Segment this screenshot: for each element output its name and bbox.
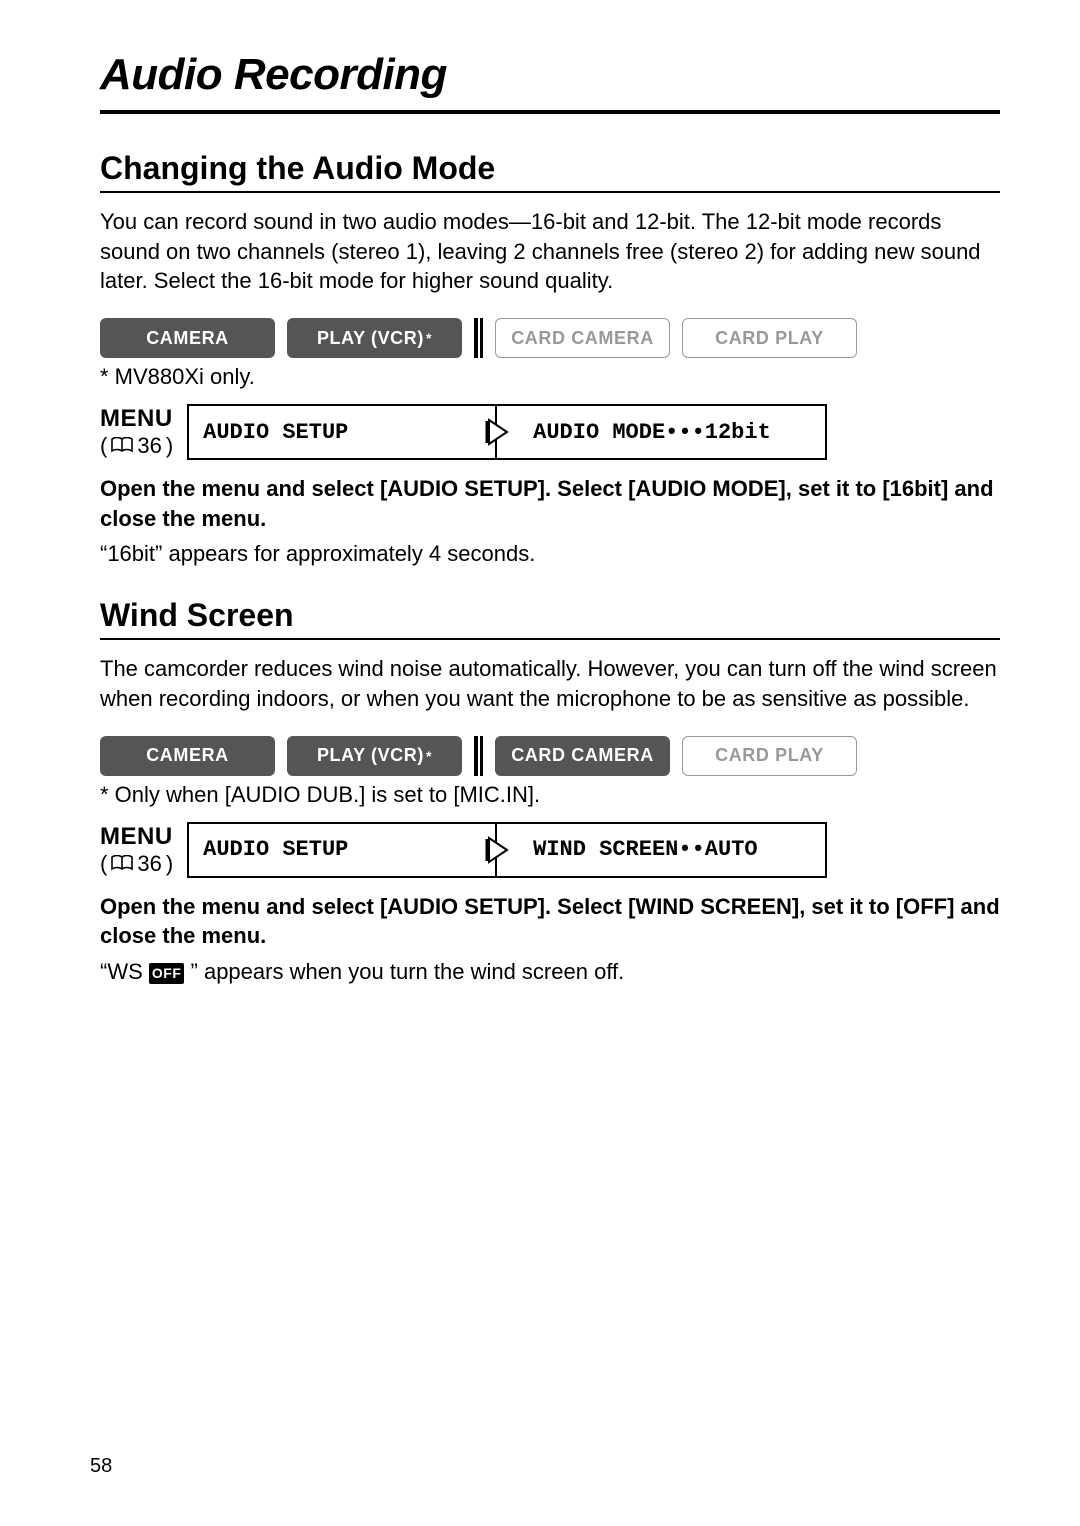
mode-pill-card-camera: CARD CAMERA	[495, 318, 670, 358]
mode-pill-label: CARD PLAY	[715, 745, 824, 766]
audio-mode-instruction: Open the menu and select [AUDIO SETUP]. …	[100, 474, 1000, 533]
menu-box-wind-screen-value: WIND SCREEN••AUTO	[497, 822, 827, 878]
menu-row-audio-mode: MENU ( 36) AUDIO SETUP AUDI	[100, 404, 1000, 460]
triangle-right-icon	[483, 418, 511, 451]
menu-label: MENU ( 36)	[100, 822, 187, 878]
mode-pill-camera: CAMERA	[100, 736, 275, 776]
page-title: Audio Recording	[100, 50, 1000, 114]
menu-box-audio-setup: AUDIO SETUP	[187, 822, 497, 878]
asterisk-icon: *	[426, 330, 432, 346]
wind-screen-instruction: Open the menu and select [AUDIO SETUP]. …	[100, 892, 1000, 951]
wind-screen-note-prefix: “WS	[100, 959, 143, 984]
mode-pill-camera: CAMERA	[100, 318, 275, 358]
mode-pill-label: CARD CAMERA	[511, 328, 654, 349]
section-heading-audio-mode: Changing the Audio Mode	[100, 150, 1000, 193]
menu-box-audio-setup: AUDIO SETUP	[187, 404, 497, 460]
vertical-separator	[474, 736, 483, 776]
wind-screen-footnote: * Only when [AUDIO DUB.] is set to [MIC.…	[100, 782, 1000, 808]
mode-pill-card-play: CARD PLAY	[682, 736, 857, 776]
mode-pill-play-vcr: PLAY (VCR) *	[287, 736, 462, 776]
mode-pill-label: CARD CAMERA	[511, 745, 654, 766]
off-badge: OFF	[149, 963, 185, 984]
triangle-right-icon	[483, 836, 511, 869]
mode-pill-label: CARD PLAY	[715, 328, 824, 349]
mode-pill-card-play: CARD PLAY	[682, 318, 857, 358]
mode-pill-play-vcr: PLAY (VCR) *	[287, 318, 462, 358]
menu-reference: ( 36)	[100, 433, 173, 459]
vertical-separator	[474, 318, 483, 358]
book-icon	[111, 433, 133, 459]
menu-ref-page: 36	[137, 851, 161, 877]
menu-label: MENU ( 36)	[100, 404, 187, 460]
menu-word: MENU	[100, 823, 173, 851]
wind-screen-note: “WS OFF ” appears when you turn the wind…	[100, 957, 1000, 987]
mode-pill-label: CAMERA	[146, 745, 229, 766]
mode-pill-label: PLAY (VCR)	[317, 328, 424, 349]
mode-row-audio-mode: CAMERA PLAY (VCR) * CARD CAMERA CARD PLA…	[100, 318, 1000, 358]
wind-screen-note-suffix: ” appears when you turn the wind screen …	[191, 959, 625, 984]
page-number: 58	[90, 1455, 112, 1478]
section-heading-wind-screen: Wind Screen	[100, 597, 1000, 640]
asterisk-icon: *	[426, 748, 432, 764]
mode-pill-card-camera: CARD CAMERA	[495, 736, 670, 776]
book-icon	[111, 851, 133, 877]
audio-mode-note: “16bit” appears for approximately 4 seco…	[100, 539, 1000, 569]
mode-pill-label: PLAY (VCR)	[317, 745, 424, 766]
menu-ref-page: 36	[137, 433, 161, 459]
mode-pill-label: CAMERA	[146, 328, 229, 349]
audio-mode-intro: You can record sound in two audio modes—…	[100, 207, 1000, 296]
menu-reference: ( 36)	[100, 851, 173, 877]
menu-word: MENU	[100, 405, 173, 433]
wind-screen-intro: The camcorder reduces wind noise automat…	[100, 654, 1000, 713]
audio-mode-footnote: * MV880Xi only.	[100, 364, 1000, 390]
mode-row-wind-screen: CAMERA PLAY (VCR) * CARD CAMERA CARD PLA…	[100, 736, 1000, 776]
menu-row-wind-screen: MENU ( 36) AUDIO SETUP WIND	[100, 822, 1000, 878]
menu-box-audio-mode-value: AUDIO MODE•••12bit	[497, 404, 827, 460]
